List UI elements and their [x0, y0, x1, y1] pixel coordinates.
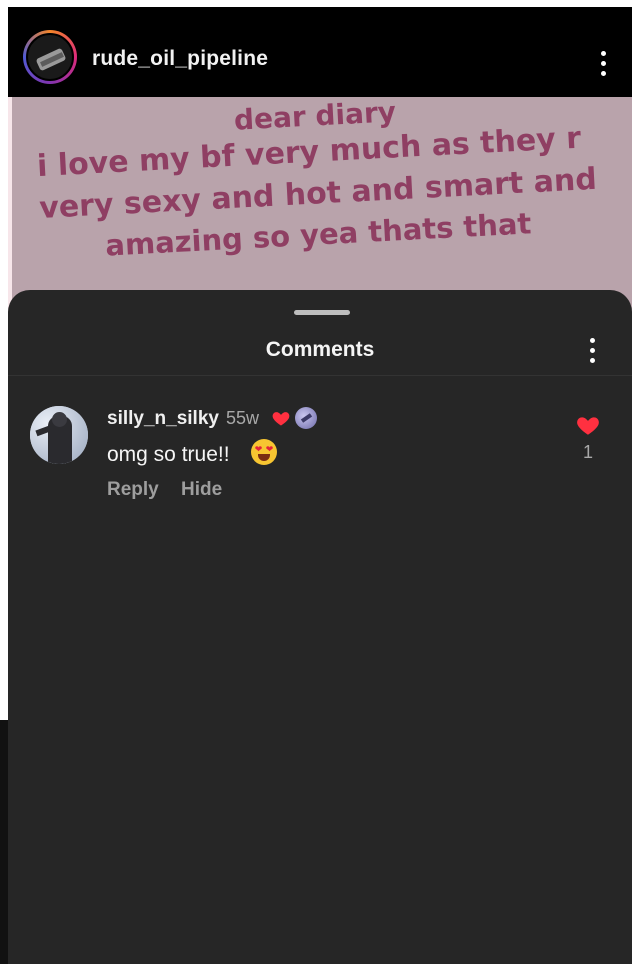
sheet-title: Comments: [265, 338, 375, 361]
reply-button[interactable]: Reply: [107, 479, 159, 501]
author-liked-heart-icon: [272, 412, 290, 426]
comment-timestamp: 55w: [226, 408, 260, 428]
more-options-icon[interactable]: [598, 51, 608, 76]
dot: [600, 51, 606, 56]
post-author-avatar[interactable]: [23, 30, 77, 84]
comment-like-heart-icon[interactable]: [574, 412, 602, 438]
post-header: rude_oil_pipeline: [8, 7, 632, 97]
more-options-icon[interactable]: [587, 338, 597, 363]
emoji-mouth: [258, 454, 270, 461]
sheet-drag-handle[interactable]: [294, 310, 350, 315]
avatar-figure: [52, 412, 67, 427]
hide-button[interactable]: Hide: [181, 479, 222, 501]
divider: [8, 375, 632, 376]
comment-item: silly_n_silky 55w omg so true!! ❤ ❤ Repl…: [8, 396, 632, 506]
emoji-eye: ❤: [265, 444, 274, 454]
comment-text: omg so true!!: [107, 443, 230, 466]
dot: [589, 348, 595, 353]
emoji-eye: ❤: [254, 444, 263, 454]
commenter-username[interactable]: silly_n_silky: [107, 408, 219, 430]
avatar-image: [26, 33, 74, 81]
dot: [600, 71, 606, 76]
commenter-avatar[interactable]: [30, 406, 88, 464]
comment-like-count: 1: [582, 442, 593, 462]
post-author-username[interactable]: rude_oil_pipeline: [92, 47, 268, 71]
background-strip: [0, 720, 8, 964]
dot: [589, 338, 595, 343]
comments-sheet: Comments silly_n_silky 55w omg so true!!…: [8, 290, 632, 964]
screen: rude_oil_pipeline dear diary i love my b…: [0, 0, 632, 964]
post-image-text: dear diary i love my bf very much as the…: [18, 97, 631, 263]
profile-badge-icon: [295, 407, 317, 429]
dot: [600, 61, 606, 66]
heart-eyes-emoji-icon: ❤ ❤: [251, 439, 277, 465]
dot: [589, 358, 595, 363]
